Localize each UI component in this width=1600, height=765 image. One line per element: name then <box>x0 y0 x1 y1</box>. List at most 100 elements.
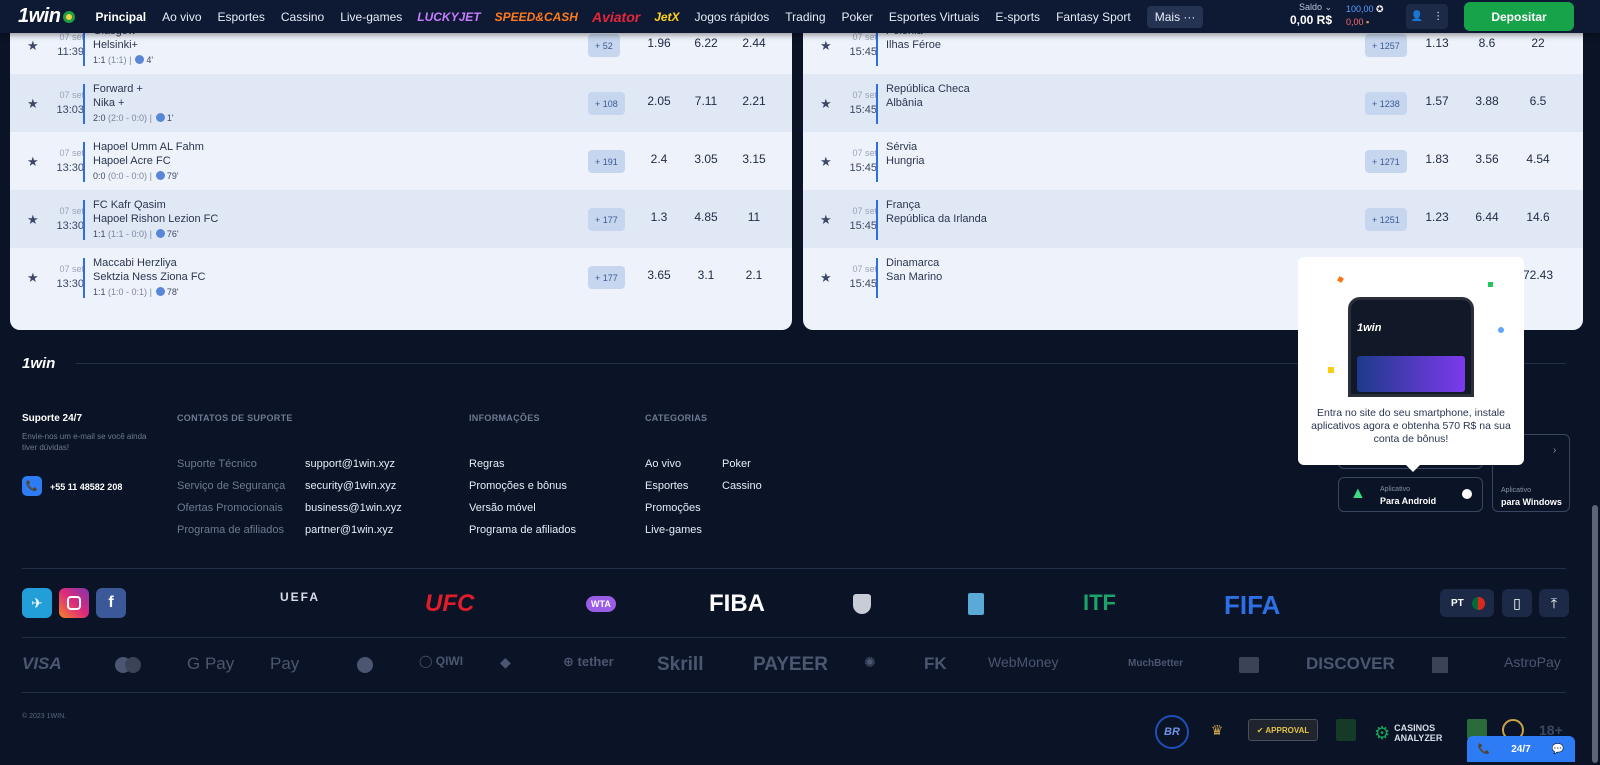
footer-logo[interactable]: 1win <box>22 355 55 372</box>
favorite-star-icon[interactable]: ★ <box>27 38 39 54</box>
cat-link-promocoes[interactable]: Promoções <box>645 502 701 514</box>
team-away[interactable]: Albânia <box>886 97 923 109</box>
deposit-button[interactable]: Depositar <box>1464 2 1574 31</box>
cat-link-poker[interactable]: Poker <box>722 458 751 470</box>
team-away[interactable]: Hapoel Acre FC <box>93 155 171 167</box>
nav-ao-vivo[interactable]: Ao vivo <box>154 10 209 24</box>
odd-away[interactable]: 3.15 <box>731 152 777 166</box>
favorite-star-icon[interactable]: ★ <box>27 270 39 286</box>
odd-draw[interactable]: 3.56 <box>1464 152 1510 166</box>
odd-home[interactable]: 2.05 <box>636 94 682 108</box>
odd-away[interactable]: 2.1 <box>731 268 777 282</box>
odd-draw[interactable]: 4.85 <box>683 210 729 224</box>
nav-e-sports[interactable]: E-sports <box>987 10 1048 24</box>
cat-link-esportes[interactable]: Esportes <box>645 480 688 492</box>
itf-logo[interactable]: ITF <box>1083 590 1116 616</box>
info-link-mobile[interactable]: Versão móvel <box>469 502 536 514</box>
odd-home[interactable]: 1.96 <box>636 36 682 50</box>
favorite-star-icon[interactable]: ★ <box>27 154 39 170</box>
odd-draw[interactable]: 3.05 <box>683 152 729 166</box>
favorite-star-icon[interactable]: ★ <box>820 212 832 228</box>
app-android-button[interactable]: ▲ Aplicativo Para Android <box>1338 477 1483 512</box>
odd-home[interactable]: 1.23 <box>1414 210 1460 224</box>
language-selector[interactable]: PT <box>1440 589 1494 617</box>
ufc-logo[interactable]: UFC <box>425 590 474 618</box>
site-logo[interactable]: 1win <box>18 5 76 28</box>
nav-poker[interactable]: Poker <box>834 10 881 24</box>
phone-icon[interactable]: 📞 <box>1478 744 1490 755</box>
odd-home[interactable]: 3.65 <box>636 268 682 282</box>
nav-more-button[interactable]: Mais ··· <box>1146 5 1204 28</box>
telegram-icon[interactable]: ✈ <box>22 588 52 618</box>
team-away[interactable]: Helsinki+ <box>93 39 138 51</box>
balance-box[interactable]: Saldo ⌄ 0,00 R$ <box>1266 2 1332 27</box>
nav-cassino[interactable]: Cassino <box>273 10 332 24</box>
odd-away[interactable]: 2.44 <box>731 36 777 50</box>
contact-email-partner[interactable]: partner@1win.xyz <box>305 524 393 536</box>
favorite-star-icon[interactable]: ★ <box>820 270 832 286</box>
nav-jogos-rapidos[interactable]: Jogos rápidos <box>687 10 778 24</box>
team-home[interactable]: República Checa <box>886 83 970 95</box>
team-away[interactable]: Hungria <box>886 155 925 167</box>
odd-home[interactable]: 1.3 <box>636 210 682 224</box>
odd-away[interactable]: 6.5 <box>1515 94 1561 108</box>
team-home[interactable]: Maccabi Herzliya <box>93 257 177 269</box>
fiba-logo[interactable]: FIBA <box>709 590 765 618</box>
odd-draw[interactable]: 7.11 <box>683 94 729 108</box>
user-menu-button[interactable]: 👤 ⋮ <box>1406 4 1448 29</box>
contact-email-support[interactable]: support@1win.xyz <box>305 458 395 470</box>
team-away[interactable]: Sektzia Ness Ziona FC <box>93 271 205 283</box>
more-markets-button[interactable]: + 1251 <box>1365 208 1407 231</box>
favorite-star-icon[interactable]: ★ <box>27 96 39 112</box>
wta-logo[interactable]: WTA <box>586 596 616 612</box>
favorite-star-icon[interactable]: ★ <box>820 96 832 112</box>
odd-away[interactable]: 14.6 <box>1515 210 1561 224</box>
uefa-logo[interactable]: UEFA <box>280 590 320 604</box>
favorite-star-icon[interactable]: ★ <box>820 154 832 170</box>
chat-icon[interactable]: 💬 <box>1552 744 1564 755</box>
scroll-to-top-icon[interactable]: ⤒ <box>1539 589 1569 617</box>
odd-draw[interactable]: 3.88 <box>1464 94 1510 108</box>
more-markets-button[interactable]: + 1271 <box>1365 150 1407 173</box>
atp-logo[interactable] <box>968 593 984 615</box>
nav-fantasy-sport[interactable]: Fantasy Sport <box>1048 10 1139 24</box>
more-markets-button[interactable]: + 52 <box>588 34 620 57</box>
odd-home[interactable]: 1.57 <box>1414 94 1460 108</box>
info-link-affiliate[interactable]: Programa de afiliados <box>469 524 576 536</box>
br-license-badge[interactable]: BR <box>1155 715 1189 749</box>
odd-away[interactable]: 2.21 <box>731 94 777 108</box>
match-row[interactable]: ★ 07 set 13:30 Maccabi Herzliya Sektzia Ness… <box>10 248 792 306</box>
phone-icon[interactable]: 📞 <box>22 476 42 496</box>
info-link-promotions[interactable]: Promoções e bônus <box>469 480 567 492</box>
best-badge[interactable] <box>1336 719 1356 741</box>
odd-home[interactable]: 2.4 <box>636 152 682 166</box>
odd-away[interactable]: 22 <box>1515 36 1561 50</box>
cat-link-ao-vivo[interactable]: Ao vivo <box>645 458 681 470</box>
nav-esportes[interactable]: Esportes <box>210 10 273 24</box>
nav-principal[interactable]: Principal <box>87 10 154 24</box>
contact-email-business[interactable]: business@1win.xyz <box>305 502 402 514</box>
info-link-rules[interactable]: Regras <box>469 458 504 470</box>
team-home[interactable]: Forward + <box>93 83 143 95</box>
more-markets-button[interactable]: + 191 <box>588 150 625 173</box>
odd-home[interactable]: 1.83 <box>1414 152 1460 166</box>
page-scrollbar[interactable] <box>1592 505 1598 763</box>
odd-away[interactable]: 4.54 <box>1515 152 1561 166</box>
nav-live-games[interactable]: Live-games <box>332 10 410 24</box>
contact-email-security[interactable]: security@1win.xyz <box>305 480 396 492</box>
nav-speed-cash-logo[interactable]: SPEED&CASH <box>488 10 585 24</box>
match-row[interactable]: ★ 07 set 13:30 FC Kafr Qasim Hapoel Rishon L… <box>10 190 792 248</box>
team-away[interactable]: Hapoel Rishon Lezion FC <box>93 213 218 225</box>
odd-away[interactable]: 11 <box>731 210 777 224</box>
team-home[interactable]: Hapoel Umm AL Fahm <box>93 141 204 153</box>
match-row[interactable]: ★ 07 set 15:45 República Checa Albânia + 1238… <box>803 74 1583 132</box>
fifa-logo[interactable]: FIFA <box>1224 590 1280 621</box>
team-away[interactable]: Nika + <box>93 97 125 109</box>
match-row[interactable]: ★ 07 set 13:30 Hapoel Umm AL Fahm Hapoel Acr… <box>10 132 792 190</box>
team-away[interactable]: Ilhas Féroe <box>886 39 941 51</box>
more-markets-button[interactable]: + 108 <box>588 92 625 115</box>
more-markets-button[interactable]: + 1257 <box>1365 34 1407 57</box>
more-markets-button[interactable]: + 177 <box>588 266 625 289</box>
facebook-icon[interactable]: f <box>96 588 126 618</box>
nav-aviator-logo[interactable]: Aviator <box>585 9 647 25</box>
